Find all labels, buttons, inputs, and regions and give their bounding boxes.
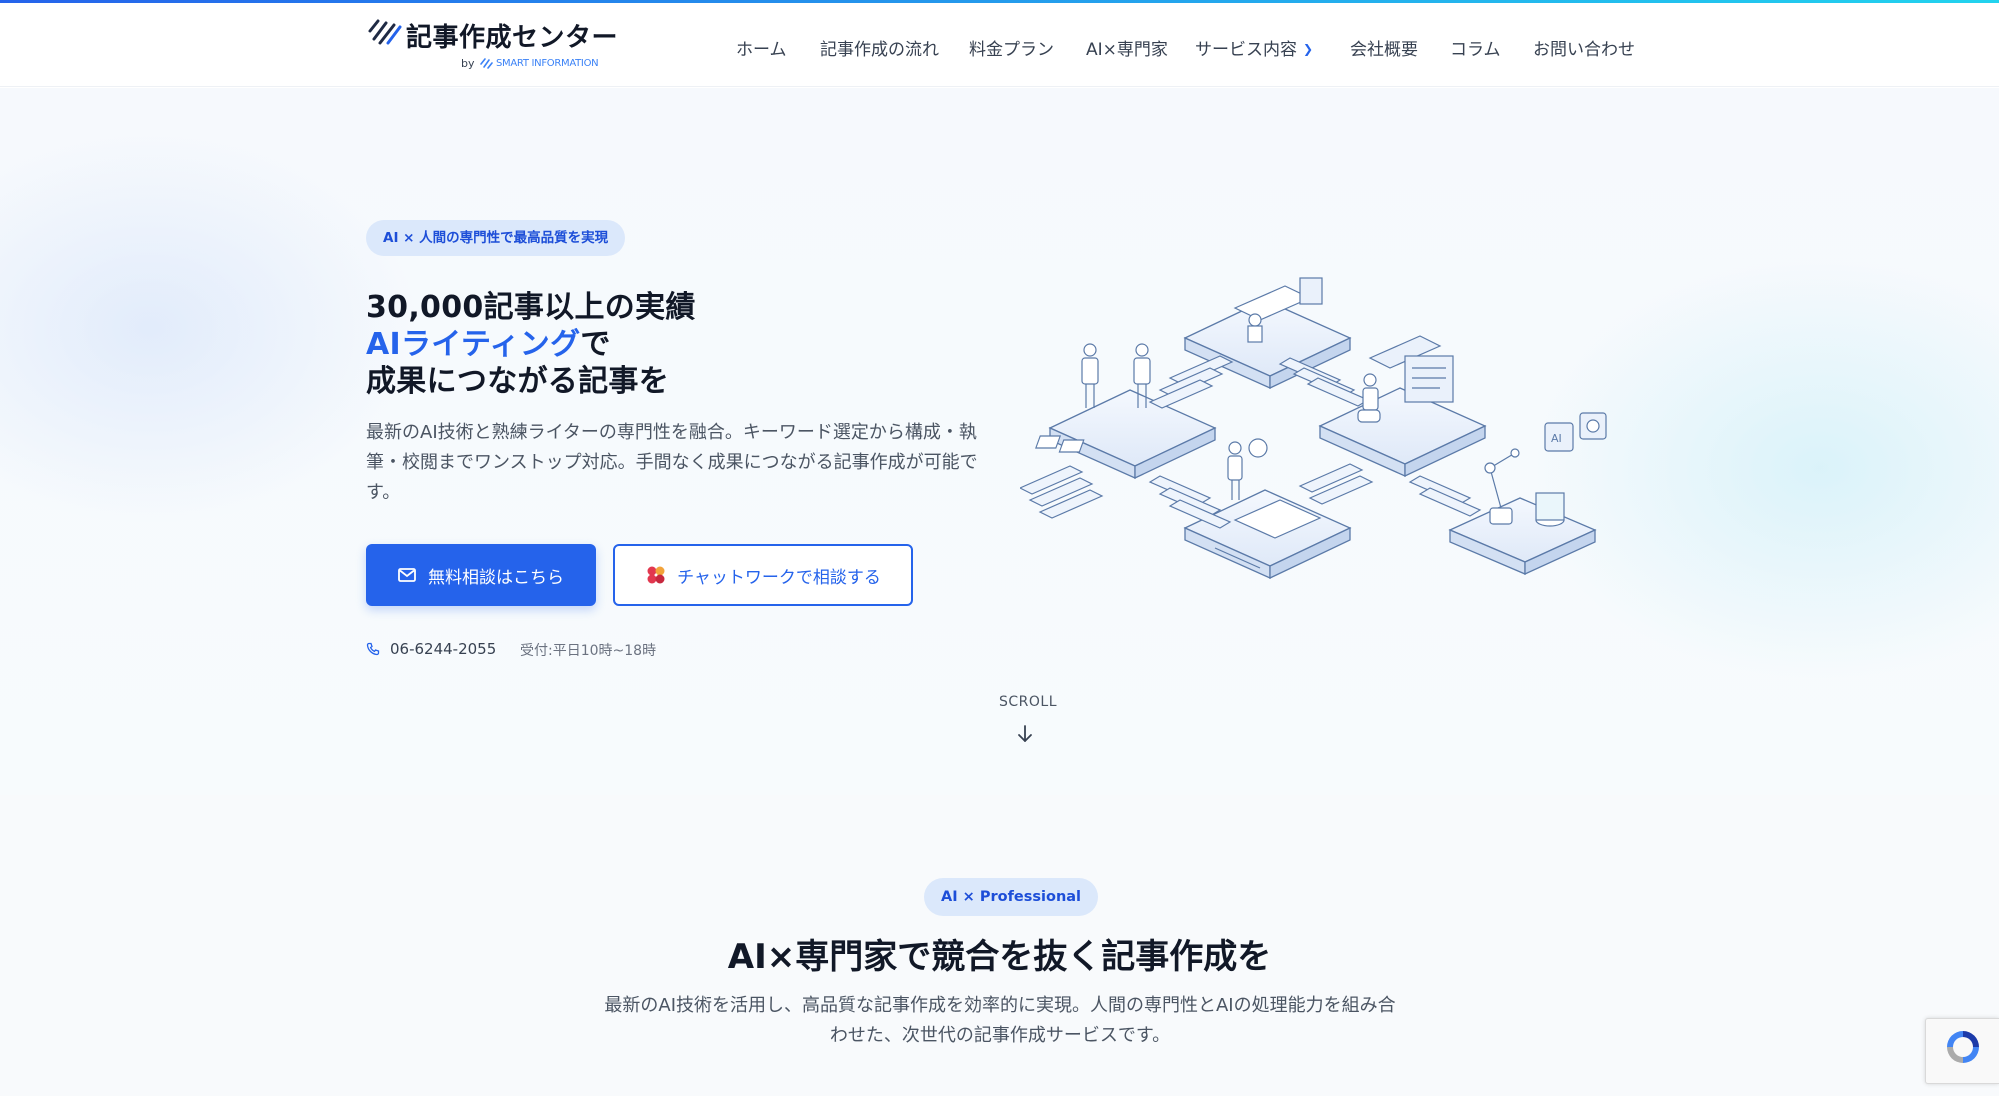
- ai-professional-section: AI × Professional AI×専門家で競合を抜く記事作成を 最新のA…: [0, 795, 1999, 1096]
- nav-label: ホーム: [736, 40, 787, 60]
- nav-label: コラム: [1450, 40, 1501, 60]
- nav-item-ai-expert[interactable]: AI×専門家: [1086, 35, 1168, 60]
- recaptcha-icon: [1947, 1031, 1979, 1063]
- free-consultation-label: 無料相談はこちら: [428, 567, 564, 588]
- brand-sub: SMART INFORMATION: [496, 58, 599, 69]
- nav-item-contact[interactable]: お問い合わせ: [1533, 35, 1635, 60]
- hero-section: AI × 人間の専門性で最高品質を実現 30,000記事以上の実績 AIライティ…: [0, 88, 1999, 795]
- hero-lead: 最新のAI技術と熟練ライターの専門性を融合。キーワード選定から構成・執筆・校閲ま…: [366, 422, 978, 503]
- hero-badge: AI × 人間の専門性で最高品質を実現: [366, 220, 626, 256]
- hero-title-line3: 成果につながる記事を: [366, 364, 669, 399]
- phone-number: 06-6244-2055: [390, 640, 497, 658]
- scroll-label: SCROLL: [999, 694, 1058, 710]
- section-title: AI×専門家で競合を抜く記事作成を: [727, 937, 1272, 977]
- chatwork-consultation-label: チャットワークで相談する: [677, 567, 881, 588]
- free-consultation-button[interactable]: 無料相談はこちら: [366, 544, 596, 606]
- chevron-down-icon: ❯: [1303, 42, 1314, 56]
- recaptcha-badge[interactable]: [1925, 1018, 1999, 1084]
- mail-icon: [398, 568, 416, 582]
- brand-name: 記事作成センター: [406, 23, 619, 53]
- section-pill: AI × Professional: [924, 878, 1099, 916]
- svg-text:AI: AI: [1551, 432, 1562, 445]
- nav-item-company[interactable]: 会社概要: [1350, 35, 1418, 60]
- chatwork-consultation-button[interactable]: チャットワークで相談する: [613, 544, 913, 606]
- site-header: 記事作成センター by SMART INFORMATION ホーム 記事作成の流…: [0, 3, 1999, 87]
- nav-item-pricing[interactable]: 料金プラン: [969, 35, 1054, 60]
- brand-by: by: [461, 57, 475, 70]
- logo-mark-icon: [368, 19, 402, 45]
- nav-label: 記事作成の流れ: [820, 40, 939, 60]
- business-hours: 受付:平日10時~18時: [520, 643, 657, 659]
- phone-contact[interactable]: 06-6244-2055: [366, 640, 496, 658]
- nav-label: サービス内容: [1195, 40, 1297, 60]
- phone-icon: [366, 642, 380, 656]
- smart-information-logo-icon: [480, 58, 493, 69]
- hero-illustration: AI: [1020, 277, 1607, 580]
- nav-item-column[interactable]: コラム: [1450, 35, 1501, 60]
- nav-label: 料金プラン: [969, 40, 1054, 60]
- nav-item-services[interactable]: サービス内容 ❯: [1195, 35, 1313, 60]
- nav-label: AI×専門家: [1086, 40, 1168, 60]
- section-subtitle: 最新のAI技術を活用し、高品質な記事作成を効率的に実現。人間の専門性とAIの処理…: [604, 995, 1396, 1046]
- arrow-down-icon[interactable]: [1017, 724, 1033, 744]
- chatwork-icon: [647, 566, 665, 584]
- nav-item-home[interactable]: ホーム: [736, 35, 787, 60]
- nav-item-flow[interactable]: 記事作成の流れ: [820, 35, 939, 60]
- site-logo[interactable]: 記事作成センター by SMART INFORMATION: [366, 13, 618, 75]
- nav-label: 会社概要: [1350, 40, 1418, 60]
- nav-label: お問い合わせ: [1533, 40, 1635, 60]
